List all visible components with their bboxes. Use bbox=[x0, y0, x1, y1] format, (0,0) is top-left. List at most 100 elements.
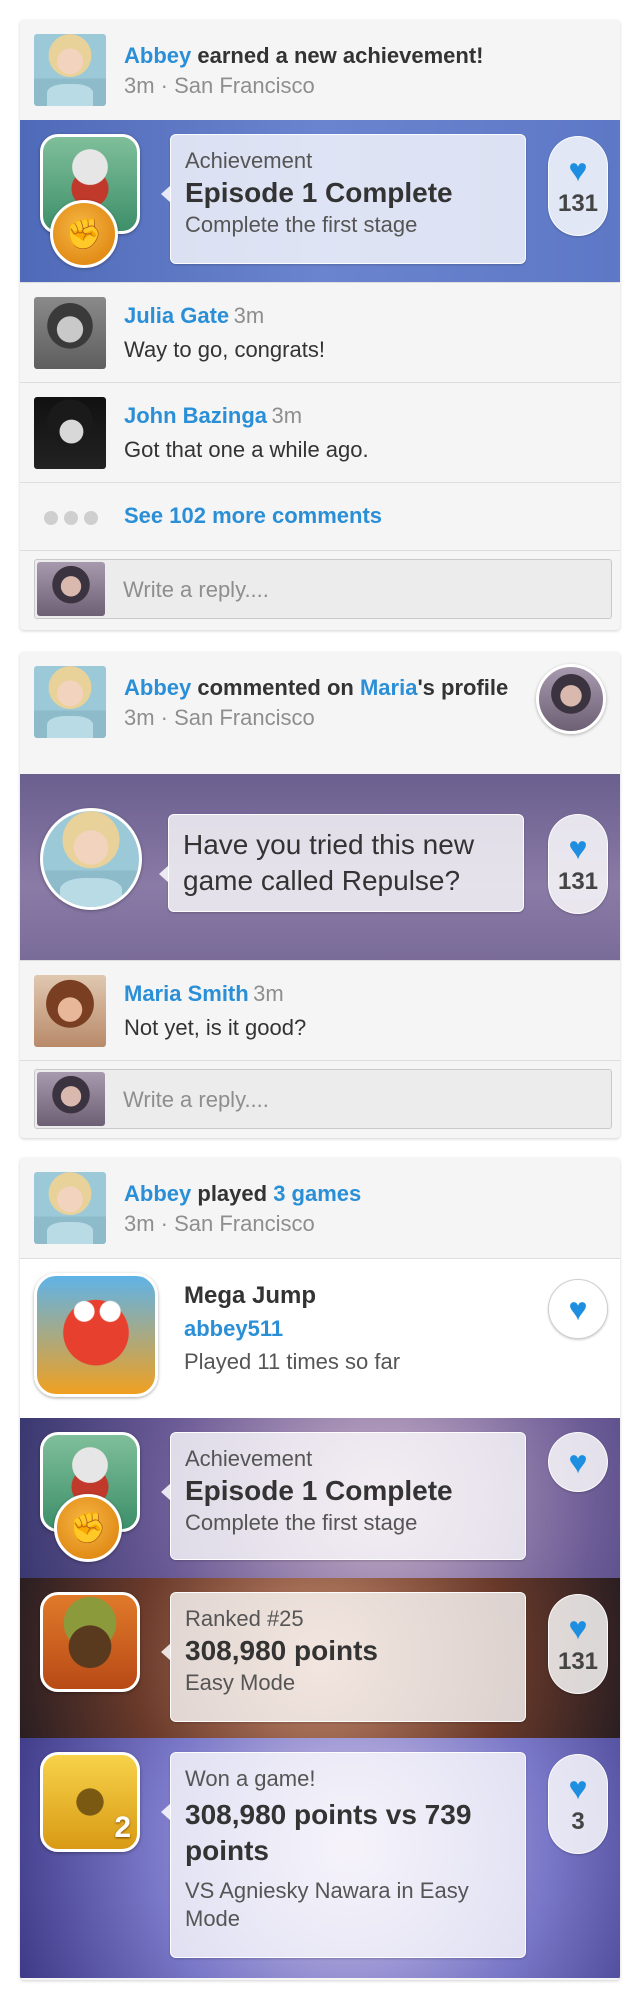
more-comments-row[interactable]: See 102 more comments bbox=[20, 482, 620, 550]
like-button[interactable]: ♥ bbox=[548, 1432, 608, 1492]
actor-link[interactable]: Abbey bbox=[124, 675, 191, 700]
like-button[interactable]: ♥ 131 bbox=[548, 136, 608, 236]
game-plays: Played 11 times so far bbox=[184, 1349, 401, 1374]
reply-placeholder: Write a reply.... bbox=[123, 577, 269, 602]
rank-points: 308,980 points bbox=[185, 1635, 378, 1666]
like-count: 131 bbox=[557, 868, 599, 895]
comment-row: Julia Gate 3m Way to go, congrats! bbox=[20, 282, 620, 382]
achievement-label: Achievement bbox=[185, 148, 313, 173]
heart-icon: ♥ bbox=[568, 1291, 588, 1327]
reply-row: Write a reply.... bbox=[20, 550, 620, 622]
post-meta: 3m · San Francisco bbox=[124, 1211, 315, 1236]
achievement-title: Episode 1 Complete bbox=[185, 177, 453, 208]
avatar[interactable] bbox=[34, 297, 106, 369]
target-link[interactable]: Maria bbox=[360, 675, 417, 700]
ellipsis-icon bbox=[44, 511, 98, 525]
like-button[interactable]: ♥ 131 bbox=[548, 814, 608, 914]
achievement-description: Complete the first stage bbox=[185, 1510, 418, 1535]
card-header: Abbey played 3 games 3m · San Francisco bbox=[20, 1158, 620, 1258]
like-count: 131 bbox=[557, 1648, 599, 1675]
action-text: played bbox=[197, 1181, 268, 1206]
header-text: Abbey played 3 games 3m · San Francisco bbox=[124, 1180, 544, 1238]
achievement-label: Achievement bbox=[185, 1446, 313, 1471]
reply-input[interactable]: Write a reply.... bbox=[34, 1069, 612, 1129]
like-count: 131 bbox=[557, 190, 599, 217]
avatar bbox=[37, 562, 105, 616]
like-button[interactable]: ♥ bbox=[548, 1279, 608, 1339]
action-text: commented on bbox=[197, 675, 354, 700]
feed-card-achievement: Abbey earned a new achievement! 3m · San… bbox=[20, 20, 620, 630]
achievement-banner: ✊ Achievement Episode 1 Complete Complet… bbox=[20, 1418, 620, 1578]
card-header: Abbey earned a new achievement! 3m · San… bbox=[20, 20, 620, 120]
post-text: Have you tried this new game called Repu… bbox=[183, 829, 475, 896]
ranked-banner: Ranked #25 308,980 points Easy Mode ♥ 13… bbox=[20, 1578, 620, 1738]
game-icon[interactable] bbox=[34, 1273, 158, 1397]
comment-time: 3m bbox=[233, 303, 265, 328]
won-banner: 2 Won a game! 308,980 points vs 739 poin… bbox=[20, 1738, 620, 1978]
post-meta: 3m · San Francisco bbox=[124, 73, 315, 98]
like-button[interactable]: ♥ 131 bbox=[548, 1594, 608, 1694]
game-row[interactable]: Mega Jump abbey511 Played 11 times so fa… bbox=[20, 1258, 620, 1418]
heart-icon: ♥ bbox=[568, 1444, 588, 1480]
author-avatar[interactable] bbox=[40, 808, 142, 910]
commenter-name[interactable]: Julia Gate bbox=[124, 303, 229, 328]
achievement-banner: ✊ Achievement Episode 1 Complete Complet… bbox=[20, 120, 620, 282]
commenter-name[interactable]: Maria Smith bbox=[124, 981, 249, 1006]
see-more-comments-link[interactable]: See 102 more comments bbox=[124, 503, 382, 529]
heart-icon: ♥ bbox=[568, 1610, 588, 1646]
won-description: VS Agniesky Nawara in Easy Mode bbox=[185, 1878, 469, 1931]
game-username[interactable]: abbey511 bbox=[184, 1313, 400, 1345]
games-link[interactable]: 3 games bbox=[273, 1181, 361, 1206]
won-score: 308,980 points vs 739 points bbox=[185, 1799, 472, 1866]
header-text: Abbey earned a new achievement! 3m · San… bbox=[124, 42, 544, 100]
comment-time: 3m bbox=[271, 403, 303, 428]
target-avatar[interactable] bbox=[536, 664, 606, 734]
game-icon[interactable] bbox=[40, 1592, 140, 1692]
avatar[interactable] bbox=[34, 34, 106, 106]
ranked-bubble[interactable]: Ranked #25 308,980 points Easy Mode bbox=[161, 1592, 526, 1722]
comment-text: Way to go, congrats! bbox=[124, 337, 325, 362]
like-button[interactable]: ♥ 3 bbox=[548, 1754, 608, 1854]
comment-text: Got that one a while ago. bbox=[124, 437, 369, 462]
achievement-medal-icon: ✊ bbox=[50, 200, 118, 268]
action-text: earned a new achievement! bbox=[197, 43, 484, 68]
comment-row: Maria Smith 3m Not yet, is it good? bbox=[20, 960, 620, 1060]
comment-row: John Bazinga 3m Got that one a while ago… bbox=[20, 382, 620, 482]
commenter-name[interactable]: John Bazinga bbox=[124, 403, 267, 428]
avatar bbox=[37, 1072, 105, 1126]
avatar[interactable] bbox=[34, 975, 106, 1047]
comment-time: 3m bbox=[253, 981, 284, 1006]
reply-input[interactable]: Write a reply.... bbox=[34, 559, 612, 619]
comment-text: Not yet, is it good? bbox=[124, 1015, 307, 1040]
achievement-bubble[interactable]: Achievement Episode 1 Complete Complete … bbox=[161, 1432, 526, 1560]
won-bubble[interactable]: Won a game! 308,980 points vs 739 points… bbox=[161, 1752, 526, 1958]
won-label: Won a game! bbox=[185, 1766, 316, 1791]
feed-card-played-games: Abbey played 3 games 3m · San Francisco … bbox=[20, 1158, 620, 1980]
achievement-description: Complete the first stage bbox=[185, 212, 418, 237]
heart-icon: ♥ bbox=[568, 152, 588, 188]
header-text: Abbey commented on Maria's profile 3m · … bbox=[124, 674, 524, 732]
reply-row: Write a reply.... bbox=[20, 1060, 620, 1132]
like-count: 3 bbox=[571, 1808, 585, 1835]
achievement-title: Episode 1 Complete bbox=[185, 1475, 453, 1506]
actor-link[interactable]: Abbey bbox=[124, 1181, 191, 1206]
rank-label: Ranked #25 bbox=[185, 1606, 304, 1631]
avatar[interactable] bbox=[34, 397, 106, 469]
feed-card-profile-comment: Abbey commented on Maria's profile 3m · … bbox=[20, 652, 620, 1138]
avatar[interactable] bbox=[34, 666, 106, 738]
post-bubble[interactable]: Have you tried this new game called Repu… bbox=[159, 814, 524, 912]
heart-icon: ♥ bbox=[568, 1770, 588, 1806]
post-banner: Have you tried this new game called Repu… bbox=[20, 774, 620, 960]
heart-icon: ♥ bbox=[568, 830, 588, 866]
card-header: Abbey commented on Maria's profile 3m · … bbox=[20, 652, 620, 774]
game-icon[interactable]: 2 bbox=[40, 1752, 140, 1852]
achievement-bubble[interactable]: Achievement Episode 1 Complete Complete … bbox=[161, 134, 526, 264]
game-title: Mega Jump bbox=[184, 1282, 317, 1309]
avatar[interactable] bbox=[34, 1172, 106, 1244]
post-meta: 3m · San Francisco bbox=[124, 705, 315, 730]
actor-link[interactable]: Abbey bbox=[124, 43, 191, 68]
achievement-medal-icon: ✊ bbox=[54, 1494, 122, 1562]
reply-placeholder: Write a reply.... bbox=[123, 1087, 269, 1112]
rank-mode: Easy Mode bbox=[185, 1670, 296, 1695]
action-suffix: 's profile bbox=[417, 675, 509, 700]
